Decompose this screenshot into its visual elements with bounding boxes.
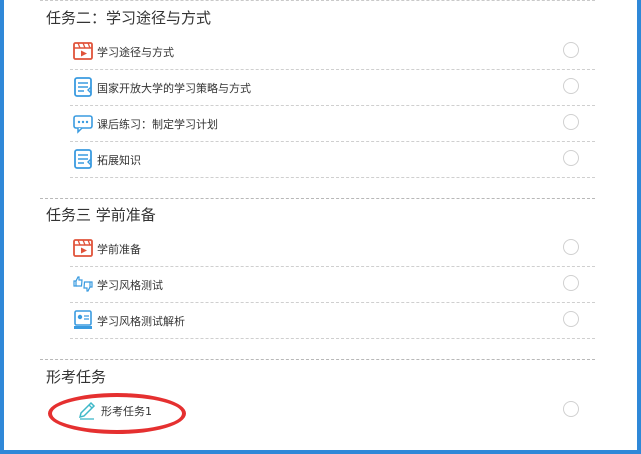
item-label: 学习风格测试 <box>97 279 163 292</box>
top-divider <box>40 0 595 1</box>
status-circle <box>563 42 579 58</box>
video-icon <box>73 239 93 257</box>
video-icon <box>73 42 93 60</box>
section-title: 形考任务 <box>46 368 107 386</box>
chat-icon <box>73 115 93 134</box>
section-task-2: 任务二：学习途径与方式 学习途径与方式 国家开放大学的学习策略与方式 课后练习：… <box>40 2 595 178</box>
status-circle <box>563 239 579 255</box>
document-icon <box>74 77 92 97</box>
list-item[interactable]: 学习风格测试解析 <box>70 303 595 339</box>
thumbs-icon <box>73 276 93 292</box>
list-item[interactable]: 拓展知识 <box>70 142 595 178</box>
status-circle <box>563 311 579 327</box>
status-circle <box>563 275 579 291</box>
item-label: 拓展知识 <box>97 154 141 167</box>
section-task-3: 任务三 学前准备 学前准备 学习风格测试 学习风格测试解析 <box>40 199 595 339</box>
item-label: 学习风格测试解析 <box>97 315 185 328</box>
item-label: 国家开放大学的学习策略与方式 <box>97 82 251 95</box>
highlight-annotation <box>48 393 186 434</box>
list-item[interactable]: 学前准备 <box>70 231 595 267</box>
list-item[interactable]: 课后练习：制定学习计划 <box>70 106 595 142</box>
status-circle <box>563 78 579 94</box>
item-label: 课后练习：制定学习计划 <box>97 118 218 131</box>
document-icon <box>74 149 92 169</box>
status-circle <box>563 114 579 130</box>
status-circle <box>563 150 579 166</box>
id-card-icon <box>74 310 92 329</box>
status-circle <box>563 401 579 417</box>
list-item[interactable]: 学习风格测试 <box>70 267 595 303</box>
section-title: 任务二：学习途径与方式 <box>46 9 212 27</box>
item-label: 学前准备 <box>97 243 141 256</box>
list-item[interactable]: 国家开放大学的学习策略与方式 <box>70 70 595 106</box>
list-item[interactable]: 学习途径与方式 <box>70 34 595 70</box>
section-title: 任务三 学前准备 <box>46 206 156 224</box>
section-divider <box>40 359 595 360</box>
item-label: 学习途径与方式 <box>97 46 174 59</box>
